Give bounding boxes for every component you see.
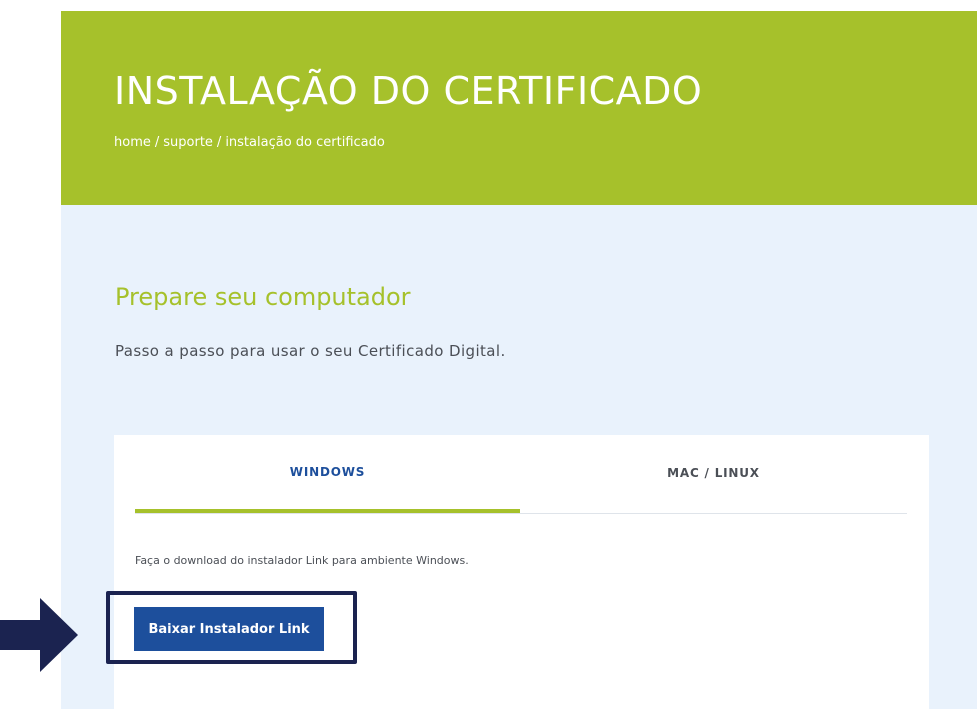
os-tabs: WINDOWS MAC / LINUX bbox=[135, 435, 907, 514]
hero-banner: INSTALAÇÃO DO CERTIFICADO home / suporte / i… bbox=[61, 11, 977, 205]
breadcrumb-separator: / bbox=[216, 135, 222, 150]
section-description: Passo a passo para usar o seu Certificad… bbox=[115, 342, 506, 360]
breadcrumb-current: instalação do certificado bbox=[225, 135, 385, 150]
section-title: Prepare seu computador bbox=[115, 283, 411, 311]
tab-mac-linux[interactable]: MAC / LINUX bbox=[520, 435, 907, 511]
page-title: INSTALAÇÃO DO CERTIFICADO bbox=[114, 69, 703, 113]
breadcrumb: home / suporte / instalação do certificado bbox=[114, 135, 385, 150]
panel-instructions: Faça o download do instalador Link para … bbox=[135, 554, 469, 567]
breadcrumb-home[interactable]: home bbox=[114, 135, 151, 150]
breadcrumb-suporte[interactable]: suporte bbox=[163, 135, 213, 150]
download-installer-button[interactable]: Baixar Instalador Link bbox=[134, 607, 324, 651]
install-card: WINDOWS MAC / LINUX Faça o download do i… bbox=[114, 435, 929, 709]
arrow-right-icon bbox=[0, 598, 78, 672]
tab-windows[interactable]: WINDOWS bbox=[135, 435, 520, 513]
breadcrumb-separator: / bbox=[154, 135, 160, 150]
